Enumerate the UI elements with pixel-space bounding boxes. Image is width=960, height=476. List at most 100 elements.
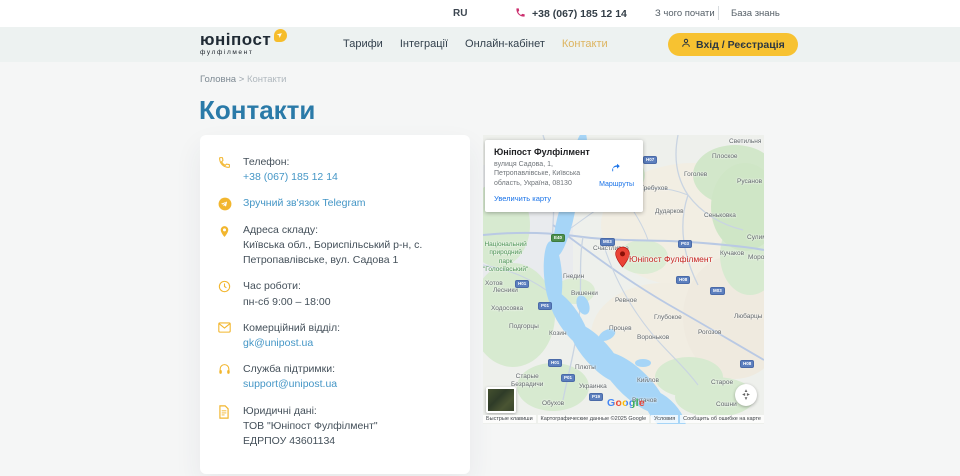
- breadcrumb-separator: >: [239, 74, 245, 85]
- phone-icon: [515, 7, 526, 21]
- google-logo: Google: [607, 397, 645, 409]
- login-button-label: Вхід / Реєстрація: [696, 39, 785, 51]
- map-label: Національний природний парк "Голосіївськ…: [483, 241, 528, 275]
- road-badge: H07: [643, 156, 657, 164]
- contact-label: Телефон:: [243, 155, 338, 170]
- topbar-phone-link[interactable]: +38 (067) 185 12 14: [515, 7, 627, 21]
- map-label: Лесники: [493, 287, 518, 294]
- directions-button[interactable]: Маршруты: [599, 160, 634, 188]
- breadcrumb-home[interactable]: Головна: [200, 74, 236, 85]
- contact-label: Час роботи:: [243, 279, 331, 294]
- map-label: Дударков: [655, 208, 684, 215]
- contact-item-support: Служба підтримки: support@unipost.ua: [218, 362, 450, 392]
- main-nav: Тарифи Інтеграції Онлайн-кабінет Контакт…: [343, 38, 608, 50]
- terms-link[interactable]: Условия: [651, 415, 678, 423]
- enlarge-map-link[interactable]: Увеличить карту: [494, 194, 551, 203]
- satellite-view-toggle[interactable]: [486, 387, 516, 413]
- map-label: Старое: [711, 379, 733, 386]
- contact-label: Комерційний відділ:: [243, 321, 340, 336]
- contact-label: Юридичні дані:: [243, 404, 378, 419]
- logo-subtitle: фулфілмент: [200, 49, 287, 56]
- map-pin-icon: [218, 223, 233, 269]
- map-label: Старые Безрадичи: [511, 373, 543, 389]
- map-label: Хотов: [485, 280, 503, 287]
- envelope-icon: [218, 321, 233, 351]
- nav-item-integrations[interactable]: Інтеграції: [400, 38, 448, 50]
- nav-item-cabinet[interactable]: Онлайн-кабінет: [465, 38, 545, 50]
- contact-item-hours: Час роботи: пн-сб 9:00 – 18:00: [218, 279, 450, 309]
- topbar-phone-number: +38 (067) 185 12 14: [532, 8, 627, 20]
- topbar-divider: [718, 6, 719, 20]
- map-label: Вишенки: [571, 290, 598, 297]
- map-marker[interactable]: [615, 246, 630, 268]
- map-label: Моро: [748, 254, 764, 261]
- topbar-link-knowledge-base[interactable]: База знань: [731, 8, 780, 19]
- contact-label: Служба підтримки:: [243, 362, 337, 377]
- map-label: Гнедин: [563, 273, 584, 280]
- map-label: Кучаков: [720, 250, 744, 257]
- header: юніпост фулфілмент Тарифи Інтеграції Онл…: [0, 27, 960, 62]
- phone-icon: [218, 155, 233, 185]
- legal-edrpou: ЕДРПОУ 43601134: [243, 434, 378, 449]
- paper-plane-icon: [274, 29, 287, 42]
- road-badge: H08: [740, 360, 754, 368]
- road-badge: H01: [548, 359, 562, 367]
- support-email-link[interactable]: support@unipost.ua: [243, 377, 337, 392]
- map-label: Процев: [609, 325, 632, 332]
- contact-item-commercial: Комерційний відділ: gk@unipost.ua: [218, 321, 450, 351]
- commercial-email-link[interactable]: gk@unipost.ua: [243, 336, 313, 351]
- breadcrumb: Головна > Контакти: [200, 74, 286, 85]
- map-label: Ревное: [615, 297, 637, 304]
- directions-label: Маршруты: [599, 181, 634, 188]
- map-label: Сеньковка: [704, 212, 736, 219]
- map-label: Плюты: [575, 364, 596, 371]
- road-badge: M03: [710, 287, 725, 295]
- telegram-link[interactable]: Зручний зв'язок Telegram: [243, 196, 366, 211]
- login-button[interactable]: Вхід / Реєстрація: [668, 33, 798, 56]
- map-label: Козин: [549, 330, 567, 337]
- road-badge: E40: [551, 234, 565, 242]
- contact-item-legal: Юридичні дані: ТОВ "Юніпост Фулфілмент" …: [218, 404, 450, 450]
- map-label: Сошни: [716, 401, 737, 408]
- logo[interactable]: юніпост фулфілмент: [200, 31, 287, 56]
- logo-name: юніпост: [200, 31, 271, 48]
- map-label: Вороньков: [637, 334, 669, 341]
- road-badge: P01: [538, 302, 552, 310]
- contact-label: Адреса складу:: [243, 223, 450, 238]
- map-label: Украинка: [579, 383, 607, 390]
- headset-icon: [218, 362, 233, 392]
- map-label: Любарцы: [734, 313, 762, 320]
- road-badge: P01: [561, 374, 575, 382]
- contact-item-phone: Телефон: +38 (067) 185 12 14: [218, 155, 450, 185]
- keyboard-shortcuts-link[interactable]: Быстрые клавиши: [483, 415, 536, 423]
- topbar-link-start[interactable]: З чого почати: [655, 8, 715, 19]
- phone-link[interactable]: +38 (067) 185 12 14: [243, 170, 338, 185]
- map-label: Русанов: [737, 178, 762, 185]
- road-badge: M03: [600, 238, 615, 246]
- map-label: Обухов: [542, 400, 564, 407]
- report-error-link[interactable]: Сообщить об ошибке на карте: [680, 415, 764, 423]
- road-badge: P03: [678, 240, 692, 248]
- telegram-icon: [218, 196, 233, 211]
- map-data-copyright: Картографические данные ©2025 Google: [538, 415, 650, 423]
- google-map[interactable]: КиевДВРЗКняжичіДударковСеньковкаСветильн…: [483, 135, 764, 424]
- road-badge: H08: [676, 276, 690, 284]
- map-label: Гоголев: [684, 171, 707, 178]
- map-attribution: Быстрые клавиши Картографические данные …: [483, 413, 764, 424]
- topbar: RU +38 (067) 185 12 14 З чого почати Баз…: [0, 0, 960, 27]
- map-label: Светильня: [729, 138, 761, 145]
- language-switcher[interactable]: RU: [453, 8, 467, 19]
- map-label: Сулим: [747, 234, 764, 241]
- document-icon: [218, 404, 233, 450]
- page-title: Контакти: [199, 95, 315, 126]
- nav-item-contacts[interactable]: Контакти: [562, 38, 608, 50]
- map-marker-label: Юніпост Фулфілмент: [629, 254, 713, 264]
- nav-item-tariffs[interactable]: Тарифи: [343, 38, 383, 50]
- map-label: Глубокое: [654, 314, 682, 321]
- info-window-address: вулиця Садова, 1, Петропавлівське, Київс…: [494, 160, 590, 188]
- warehouse-address: Київська обл., Бориспільський р-н, с. Пе…: [243, 238, 450, 268]
- breadcrumb-current: Контакти: [247, 74, 287, 85]
- contact-item-address: Адреса складу: Київська обл., Бориспільс…: [218, 223, 450, 269]
- pan-control[interactable]: [735, 384, 757, 406]
- contact-card: Телефон: +38 (067) 185 12 14 Зручний зв'…: [200, 135, 470, 474]
